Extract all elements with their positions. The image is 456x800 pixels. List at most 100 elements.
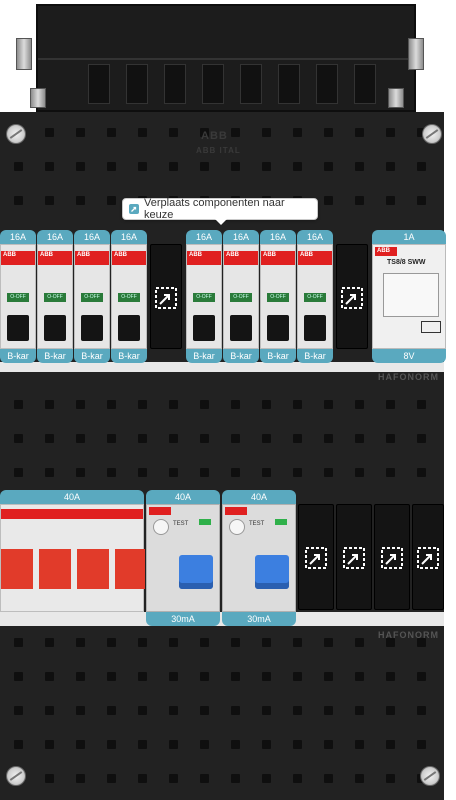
breaker-curve-tile: B-kar xyxy=(186,349,222,363)
panel-hole xyxy=(293,128,302,137)
panel-hole xyxy=(107,706,116,715)
panel-hole xyxy=(45,740,54,749)
rcbo-test-button[interactable] xyxy=(229,519,245,535)
panel-hole xyxy=(107,162,116,171)
busbar-slot xyxy=(316,64,338,104)
move-tooltip: Verplaats componenten naar keuze xyxy=(122,197,318,225)
panel-hole xyxy=(138,400,147,409)
move-icon[interactable] xyxy=(416,546,440,570)
breaker-toggle[interactable] xyxy=(230,315,252,341)
panel-hole xyxy=(138,128,147,137)
panel-hole xyxy=(76,468,85,477)
rcbo-toggle[interactable] xyxy=(179,555,213,589)
panel-hole xyxy=(76,434,85,443)
panel-hole xyxy=(45,128,54,137)
circuit-breaker[interactable]: ABB O-OFF xyxy=(0,244,36,349)
circuit-breaker[interactable]: ABB O-OFF xyxy=(297,244,333,349)
breaker-rating-tile: 16A xyxy=(74,230,110,244)
panel-hole xyxy=(169,400,178,409)
panel-hole xyxy=(417,706,426,715)
rail-strip xyxy=(0,362,444,372)
panel-hole xyxy=(417,672,426,681)
breaker-toggle[interactable] xyxy=(304,315,326,341)
panel-hole xyxy=(169,468,178,477)
panel-hole xyxy=(355,196,364,205)
rcbo-toggle[interactable] xyxy=(255,555,289,589)
breaker-toggle[interactable] xyxy=(81,315,103,341)
move-icon[interactable] xyxy=(342,546,366,570)
main-switch-pole xyxy=(77,549,109,589)
breaker-brand: ABB xyxy=(114,252,127,258)
busbar-screw-left xyxy=(16,38,32,70)
panel-hole xyxy=(293,672,302,681)
panel-hole xyxy=(324,774,333,783)
panel-hole xyxy=(231,638,240,647)
panel-hole xyxy=(355,706,364,715)
move-icon[interactable] xyxy=(304,546,328,570)
main-switch[interactable] xyxy=(0,504,145,612)
panel-hole xyxy=(417,468,426,477)
breaker-state: O-OFF xyxy=(230,293,252,302)
breaker-toggle[interactable] xyxy=(44,315,66,341)
panel-hole xyxy=(231,128,240,137)
rcbo-switch[interactable]: TEST xyxy=(146,504,220,612)
main-switch-pole xyxy=(1,549,33,589)
panel-screw xyxy=(422,124,442,144)
panel-hole xyxy=(386,196,395,205)
panel-hole xyxy=(169,128,178,137)
timer-switch[interactable]: ABB TS8/8 SWW xyxy=(372,244,446,349)
panel-hole xyxy=(386,400,395,409)
breaker-brand: ABB xyxy=(3,252,16,258)
panel-hole xyxy=(324,196,333,205)
breaker-curve-tile: B-kar xyxy=(74,349,110,363)
panel-hole xyxy=(169,672,178,681)
main-switch-header xyxy=(1,509,143,519)
panel-hole xyxy=(262,400,271,409)
panel-hole xyxy=(138,774,147,783)
breaker-toggle[interactable] xyxy=(7,315,29,341)
panel-hole xyxy=(262,672,271,681)
breaker-rating-tile: 16A xyxy=(37,230,73,244)
panel-hole xyxy=(355,162,364,171)
panel-hole xyxy=(14,672,23,681)
panel-hole xyxy=(107,774,116,783)
circuit-breaker[interactable]: ABB O-OFF xyxy=(74,244,110,349)
panel-hole xyxy=(231,162,240,171)
panel-hole xyxy=(355,128,364,137)
breaker-curve-tile: B-kar xyxy=(37,349,73,363)
move-icon[interactable] xyxy=(380,546,404,570)
panel-hole xyxy=(76,638,85,647)
rcbo-switch[interactable]: TEST xyxy=(222,504,296,612)
panel-hole xyxy=(138,740,147,749)
panel-hole xyxy=(231,400,240,409)
panel-hole xyxy=(262,740,271,749)
busbar-slot xyxy=(202,64,224,104)
breaker-toggle[interactable] xyxy=(193,315,215,341)
move-icon[interactable] xyxy=(340,286,364,310)
move-icon[interactable] xyxy=(154,286,178,310)
circuit-breaker[interactable]: ABB O-OFF xyxy=(186,244,222,349)
panel-hole xyxy=(417,196,426,205)
breaker-rating-tile: 16A xyxy=(111,230,147,244)
abb-logo: ABB xyxy=(201,130,228,142)
panel-hole xyxy=(386,162,395,171)
breaker-toggle[interactable] xyxy=(118,315,140,341)
panel-hole xyxy=(293,706,302,715)
panel-hole xyxy=(107,434,116,443)
rcbo-test-button[interactable] xyxy=(153,519,169,535)
circuit-breaker[interactable]: ABB O-OFF xyxy=(260,244,296,349)
panel-hole xyxy=(14,468,23,477)
circuit-breaker[interactable]: ABB O-OFF xyxy=(37,244,73,349)
breaker-state: O-OFF xyxy=(7,293,29,302)
breaker-toggle[interactable] xyxy=(267,315,289,341)
breaker-brand: ABB xyxy=(189,252,202,258)
circuit-breaker[interactable]: ABB O-OFF xyxy=(223,244,259,349)
circuit-breaker[interactable]: ABB O-OFF xyxy=(111,244,147,349)
panel-hole xyxy=(45,672,54,681)
panel-hole xyxy=(169,706,178,715)
rcbo-rating-tile: 40A xyxy=(222,490,296,504)
panel-hole xyxy=(14,706,23,715)
panel-hole xyxy=(262,434,271,443)
panel-screw xyxy=(6,124,26,144)
timer-brand: ABB xyxy=(375,247,397,256)
